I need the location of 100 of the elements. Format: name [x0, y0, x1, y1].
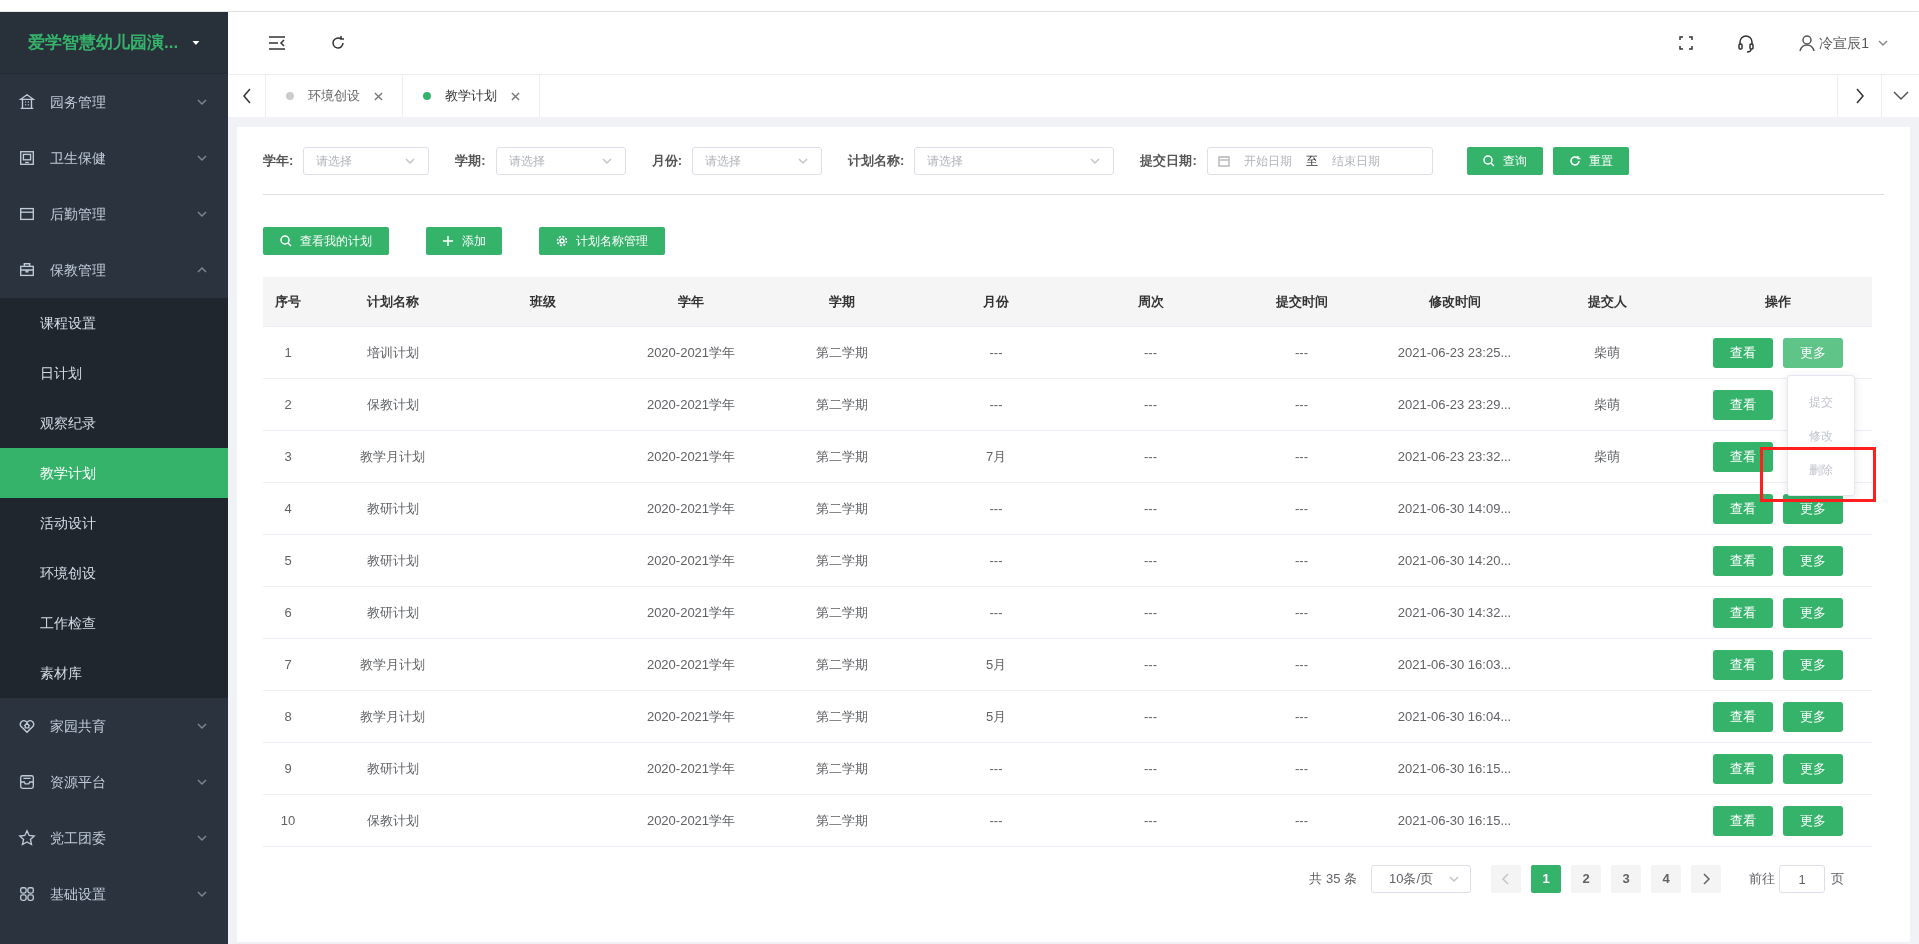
- more-button[interactable]: 更多: [1782, 805, 1843, 836]
- collapse-menu-button[interactable]: [268, 35, 286, 51]
- sidebar-item[interactable]: 资源平台: [0, 754, 228, 810]
- table-cell-text: 教研计划: [366, 551, 419, 570]
- sidebar-item[interactable]: 党工团委: [0, 810, 228, 866]
- view-button[interactable]: 查看: [1712, 805, 1773, 836]
- select-field[interactable]: 请选择: [303, 146, 430, 175]
- select-field[interactable]: 请选择: [914, 146, 1115, 175]
- table-cell-text: 5月: [985, 655, 1007, 674]
- user-menu-button[interactable]: 冷宣辰1: [1799, 32, 1889, 54]
- sidebar-subitem[interactable]: 日计划: [0, 348, 228, 398]
- view-button[interactable]: 查看: [1712, 337, 1773, 368]
- previous-page-button[interactable]: [1491, 865, 1521, 893]
- table-cell-text: ---: [1144, 655, 1157, 674]
- next-page-button[interactable]: [1691, 865, 1721, 893]
- filter-label: 月份:: [651, 151, 683, 170]
- table-cell-text: ---: [1144, 603, 1157, 622]
- table-cell-text: ---: [1295, 499, 1308, 518]
- sidebar-subitem[interactable]: 教学计划: [0, 448, 228, 498]
- plan-names-button[interactable]: 计划名称管理: [539, 227, 665, 255]
- table-cell-text: 柴萌: [1594, 343, 1620, 362]
- search-icon: [1482, 154, 1495, 167]
- goto-page-field[interactable]: 1: [1779, 865, 1825, 893]
- view-button[interactable]: 查看: [1712, 389, 1773, 420]
- table-cell-text: ---: [989, 811, 1003, 830]
- more-button[interactable]: 更多: [1782, 753, 1843, 784]
- more-button[interactable]: 更多: [1782, 337, 1843, 368]
- tab[interactable]: 教学计划: [403, 75, 540, 117]
- select-field[interactable]: 请选择: [495, 146, 626, 175]
- view-button[interactable]: 查看: [1712, 493, 1773, 524]
- chevron-left-icon: [1502, 873, 1510, 885]
- sidebar-item[interactable]: 后勤管理: [0, 186, 228, 242]
- table-cell-text: ---: [1295, 551, 1308, 570]
- reset-button[interactable]: 重置: [1552, 146, 1629, 175]
- page-button[interactable]: 3: [1611, 865, 1641, 893]
- sidebar-subitem[interactable]: 素材库: [0, 648, 228, 698]
- star-icon: [18, 829, 36, 847]
- table-cell-text: ---: [1295, 603, 1308, 622]
- table-cell-text: 2020-2021学年: [646, 655, 736, 674]
- view-button[interactable]: 查看: [1712, 597, 1773, 628]
- sidebar-item[interactable]: 保教管理: [0, 242, 228, 298]
- table-cell-text: 7: [284, 655, 292, 674]
- table-cell-text: ---: [1144, 759, 1157, 778]
- chevron-down-icon: [196, 96, 208, 108]
- table-cell-text: 2020-2021学年: [646, 343, 736, 362]
- chevron-down-icon: [1877, 37, 1889, 49]
- table-cell-text: 第二学期: [815, 499, 868, 518]
- table-cell-text: 3: [284, 447, 292, 466]
- table-cell-text: ---: [989, 343, 1003, 362]
- date-range-field[interactable]: 开始日期 至 结束日期: [1206, 146, 1433, 175]
- table-cell-text: 2021-06-30 14:20...: [1397, 551, 1512, 570]
- table-cell-text: 2021-06-23 23:29...: [1397, 395, 1512, 414]
- sidebar-subitem[interactable]: 工作检查: [0, 598, 228, 648]
- my-plans-button[interactable]: 查看我的计划: [263, 227, 389, 255]
- table-cell-text: ---: [1295, 759, 1308, 778]
- view-button[interactable]: 查看: [1712, 701, 1773, 732]
- filter-label: 学年:: [263, 151, 294, 170]
- table-cell-text: 教研计划: [366, 499, 419, 518]
- sidebar-subitem[interactable]: 活动设计: [0, 498, 228, 548]
- table-cell-text: ---: [1295, 395, 1308, 414]
- table-cell-text: 第二学期: [815, 811, 868, 830]
- view-button[interactable]: 查看: [1712, 753, 1773, 784]
- table-cell-text: ---: [989, 499, 1003, 518]
- more-button[interactable]: 更多: [1782, 545, 1843, 576]
- view-button[interactable]: 查看: [1712, 649, 1773, 680]
- chevron-right-icon: [1854, 88, 1865, 104]
- table-cell-text: 5: [284, 551, 292, 570]
- sidebar-subitem[interactable]: 环境创设: [0, 548, 228, 598]
- page-button[interactable]: 1: [1531, 865, 1561, 893]
- support-button[interactable]: [1737, 33, 1756, 53]
- sidebar-item[interactable]: 园务管理: [0, 74, 228, 130]
- more-button[interactable]: 更多: [1782, 701, 1843, 732]
- add-button[interactable]: 添加: [426, 227, 502, 255]
- view-button[interactable]: 查看: [1712, 441, 1773, 472]
- tab[interactable]: 环境创设: [266, 75, 403, 117]
- table-cell-text: 2020-2021学年: [646, 499, 736, 518]
- more-button[interactable]: 更多: [1782, 597, 1843, 628]
- column-header: 操作: [1763, 292, 1792, 311]
- sidebar-subitem[interactable]: 观察纪录: [0, 398, 228, 448]
- table-cell-text: 教学月计划: [360, 447, 425, 466]
- search-button[interactable]: 查询: [1466, 146, 1543, 175]
- sidebar-subitem[interactable]: 课程设置: [0, 298, 228, 348]
- view-button[interactable]: 查看: [1712, 545, 1773, 576]
- sidebar-item[interactable]: 家园共育: [0, 698, 228, 754]
- page-button[interactable]: 4: [1651, 865, 1681, 893]
- column-header: 提交人: [1586, 292, 1628, 311]
- sidebar-item[interactable]: 基础设置: [0, 866, 228, 922]
- column-header: 月份: [982, 292, 1010, 311]
- sidebar-item[interactable]: 卫生保健: [0, 130, 228, 186]
- page-size-select[interactable]: 10条/页: [1371, 865, 1471, 893]
- page-button[interactable]: 2: [1571, 865, 1601, 893]
- refresh-button[interactable]: [330, 35, 346, 51]
- column-header: 计划名称: [365, 292, 420, 311]
- table-cell-text: 第二学期: [815, 603, 868, 622]
- fullscreen-button[interactable]: [1679, 36, 1694, 50]
- table-cell-text: 2020-2021学年: [646, 811, 736, 830]
- total-count: 共 35 条: [1309, 870, 1357, 889]
- select-field[interactable]: 请选择: [692, 146, 823, 175]
- more-button[interactable]: 更多: [1782, 649, 1843, 680]
- close-icon: [510, 91, 520, 101]
